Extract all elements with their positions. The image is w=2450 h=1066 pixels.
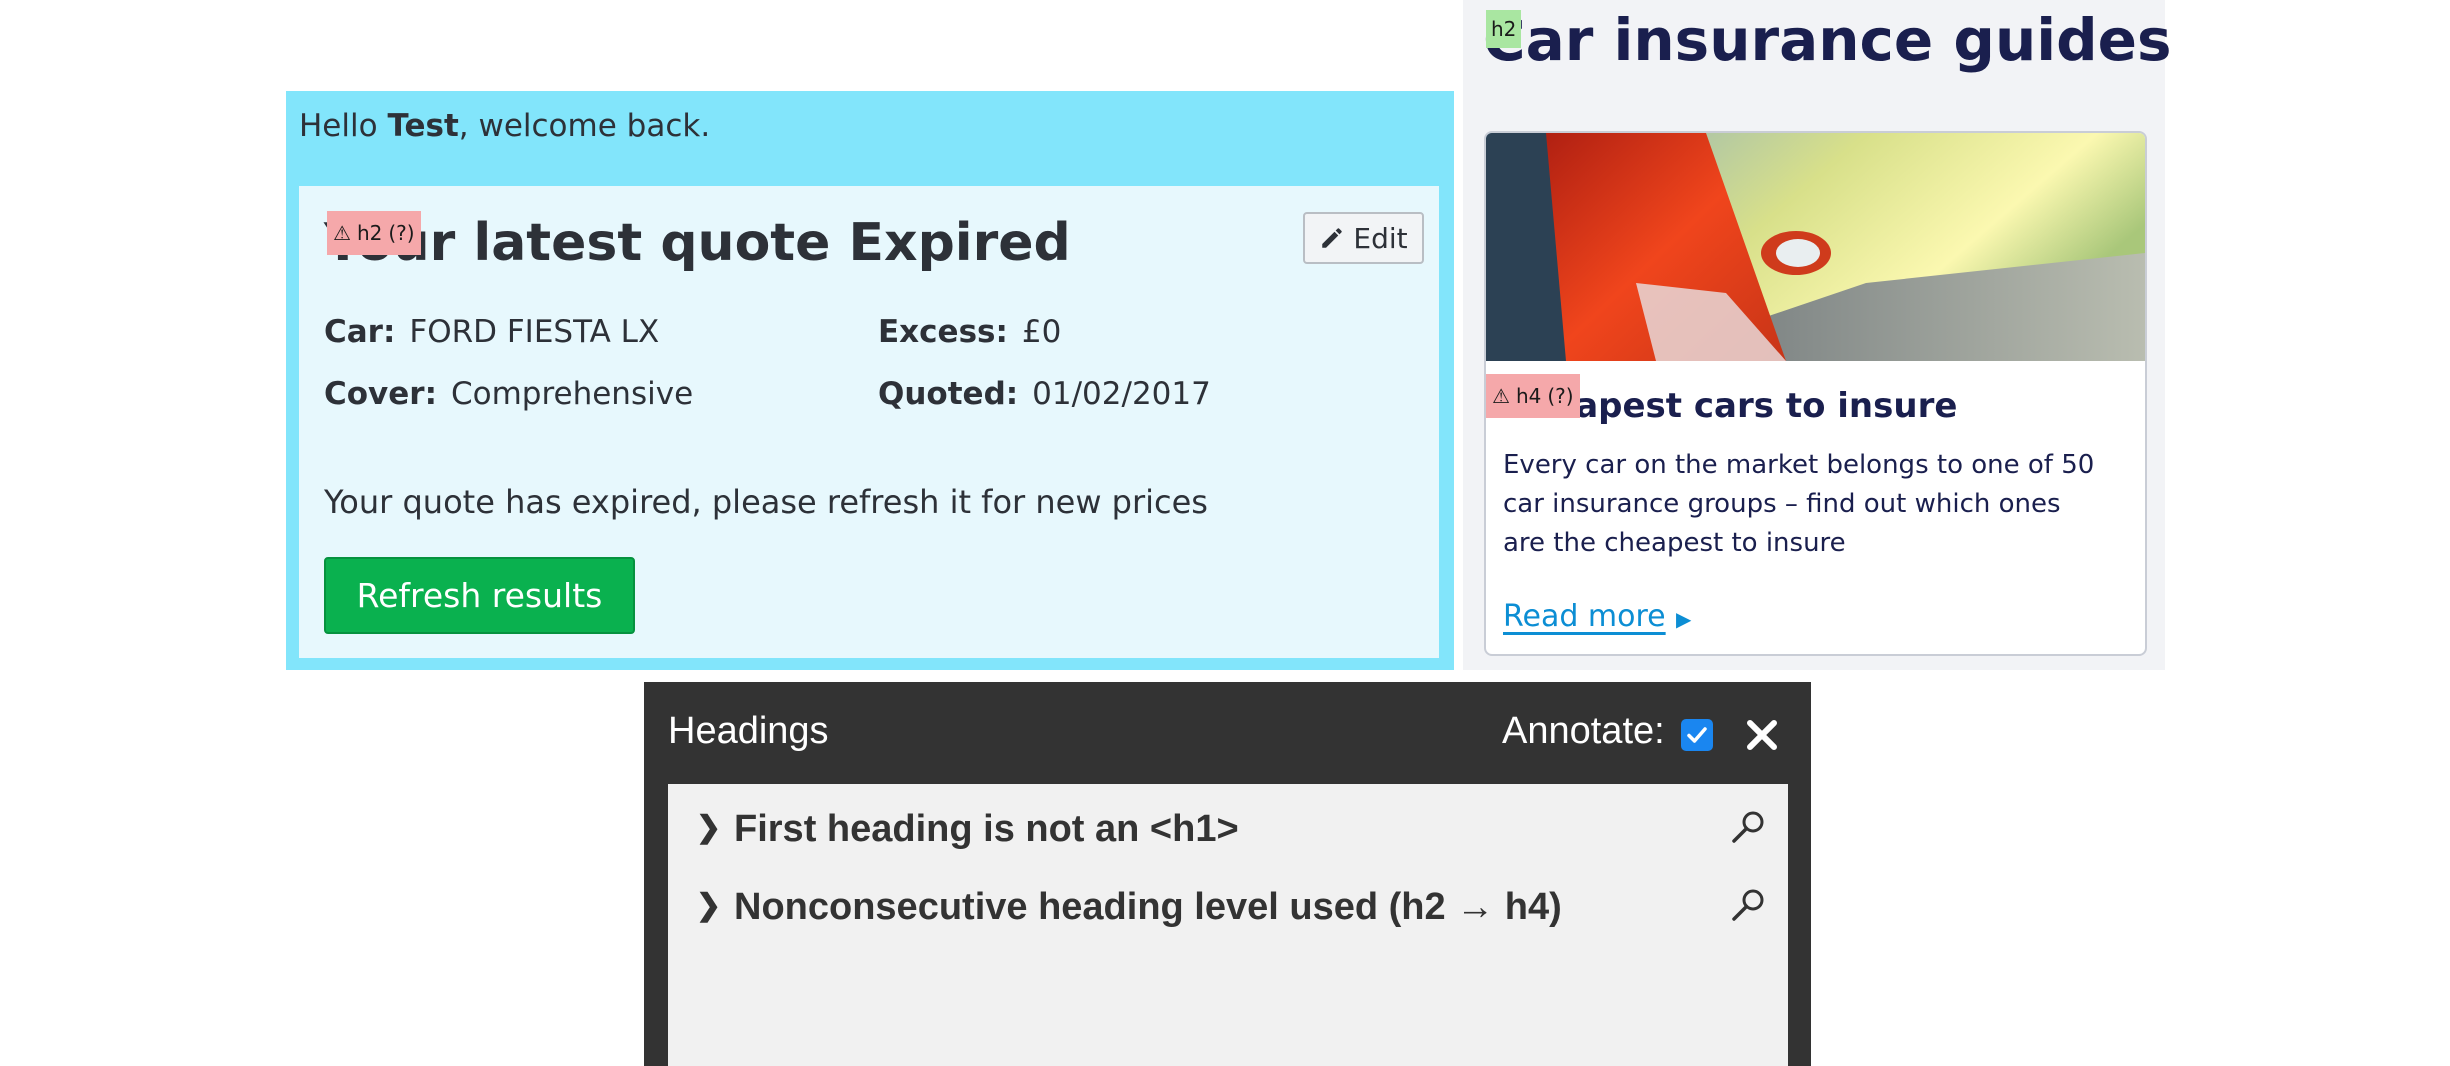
- detail-quoted-value: 01/02/2017: [1032, 376, 1211, 412]
- refresh-results-button[interactable]: Refresh results: [324, 557, 635, 634]
- detail-cover-value: Comprehensive: [450, 376, 694, 412]
- checkmark-icon: [1687, 727, 1707, 743]
- panel-title: Headings: [668, 710, 829, 752]
- tag-level: h2: [1491, 17, 1517, 41]
- issue-item[interactable]: ❯ Nonconsecutive heading level used (h2 …: [668, 876, 1788, 936]
- chevron-right-icon[interactable]: ❯: [696, 810, 721, 845]
- guides-column: Car insurance guides Cheapest cars to in…: [1463, 0, 2172, 670]
- detail-quoted: Quoted: 01/02/2017: [878, 376, 1211, 412]
- edit-button[interactable]: Edit: [1303, 212, 1424, 264]
- guide-card[interactable]: Cheapest cars to insure Every car on the…: [1484, 131, 2147, 656]
- quote-card: Your latest quote Expired Edit Car: FORD …: [299, 186, 1439, 658]
- chevron-right-icon[interactable]: ❯: [696, 888, 721, 923]
- detail-car-value: FORD FIESTA LX: [409, 314, 660, 350]
- issue-label: Nonconsecutive heading level used (h2 → …: [734, 886, 1562, 928]
- detail-cover: Cover: Comprehensive: [324, 376, 693, 412]
- annotate-label: Annotate:: [1502, 710, 1665, 752]
- warning-icon: ⚠: [333, 221, 351, 245]
- quote-expired-message: Your quote has expired, please refresh i…: [324, 483, 1208, 521]
- guide-description: Every car on the market belongs to one o…: [1503, 450, 2095, 558]
- quote-title: Your latest quote Expired: [324, 213, 1071, 273]
- magnifier-icon[interactable]: [1728, 886, 1768, 926]
- arrow-right-icon: ▶: [1676, 607, 1692, 631]
- greeting-text: Hello Test, welcome back.: [299, 108, 710, 144]
- detail-excess-key: Excess:: [878, 314, 1008, 350]
- annotate-checkbox[interactable]: [1681, 719, 1713, 751]
- detail-car-key: Car:: [324, 314, 396, 350]
- close-icon[interactable]: [1742, 715, 1782, 755]
- quote-panel: Hello Test, welcome back. Your latest qu…: [286, 91, 1454, 670]
- detail-excess: Excess: £0: [878, 314, 1061, 350]
- heading-annotation-h2-ok[interactable]: h2: [1486, 10, 1522, 48]
- magnifier-icon[interactable]: [1728, 808, 1768, 848]
- guides-title: Car insurance guides: [1483, 6, 2172, 74]
- car-photo: [1486, 133, 2145, 361]
- issue-item[interactable]: ❯ First heading is not an <h1>: [668, 798, 1788, 858]
- pencil-icon: [1322, 228, 1343, 248]
- tag-hint: (?): [388, 221, 415, 245]
- tag-level: h4: [1515, 384, 1542, 408]
- heading-annotation-h2-warning[interactable]: ⚠ h2 (?): [327, 211, 421, 255]
- issue-label: First heading is not an <h1>: [734, 808, 1239, 850]
- read-more-link[interactable]: Read more: [1503, 599, 1666, 634]
- heading-annotation-h4-warning[interactable]: ⚠ h4 (?): [1486, 374, 1580, 418]
- issues-list: ❯ First heading is not an <h1> ❯ Noncons…: [668, 784, 1788, 1066]
- detail-quoted-key: Quoted:: [878, 376, 1019, 412]
- headings-panel: Headings Annotate: ❯ First heading is no…: [644, 682, 1811, 1066]
- tag-hint: (?): [1547, 384, 1574, 408]
- greeting-prefix: Hello: [299, 108, 388, 144]
- warning-icon: ⚠: [1492, 384, 1510, 408]
- greeting-suffix: , welcome back.: [458, 108, 711, 144]
- tag-level: h2: [356, 221, 383, 245]
- detail-cover-key: Cover:: [324, 376, 437, 412]
- greeting-username: Test: [387, 108, 459, 144]
- detail-car: Car: FORD FIESTA LX: [324, 314, 659, 350]
- detail-excess-value: £0: [1021, 314, 1062, 350]
- edit-button-label: Edit: [1353, 221, 1408, 255]
